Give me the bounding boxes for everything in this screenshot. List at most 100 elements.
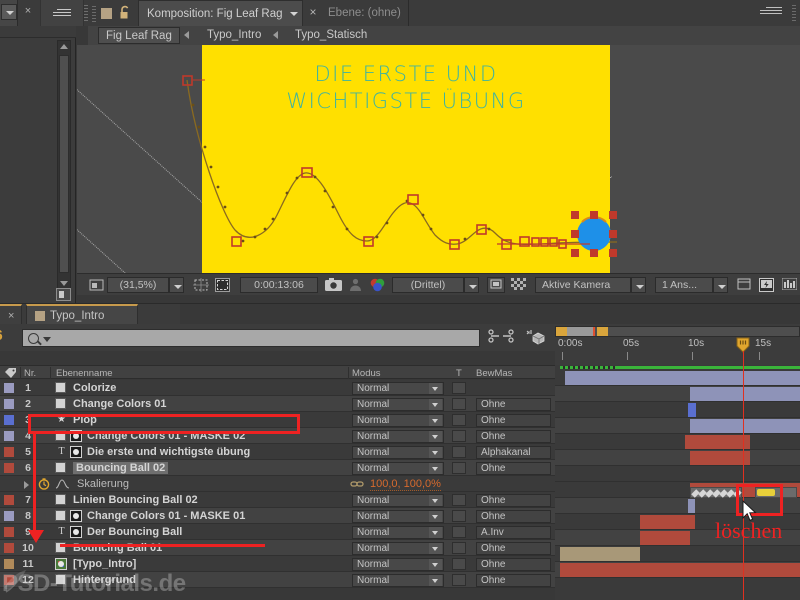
3d-renderer-icon[interactable]	[522, 328, 548, 348]
left-panel-close-icon[interactable]: ×	[22, 5, 34, 17]
preserve-transparency-toggle[interactable]	[452, 574, 466, 586]
left-panel-menu-button[interactable]	[40, 0, 84, 26]
zoom-level-value[interactable]: (31,5%)	[107, 277, 169, 293]
active-camera-value[interactable]: Aktive Kamera	[535, 277, 631, 293]
layer-duration-bar[interactable]	[688, 499, 695, 513]
timeline-current-timecode[interactable]: 06	[0, 327, 3, 344]
column-header-t[interactable]: T	[456, 368, 462, 379]
layer-row[interactable]: 12HintergrundNormalOhne	[0, 572, 555, 588]
track-matte-value[interactable]: Ohne	[476, 398, 551, 411]
layer-row[interactable]: 7Linien Bouncing Ball 02NormalOhne	[0, 492, 555, 508]
preserve-transparency-toggle[interactable]	[452, 558, 466, 570]
layer-name[interactable]: [Typo_Intro]	[73, 558, 136, 570]
track-row[interactable]	[555, 418, 800, 434]
column-header-name[interactable]: Ebenenname	[56, 368, 113, 379]
layer-duration-bar[interactable]	[690, 419, 800, 433]
timeline-tab-partial-close-icon[interactable]: ×	[8, 310, 14, 322]
timeline-track-area[interactable]	[555, 365, 800, 600]
grid-guides-icon[interactable]	[193, 278, 208, 292]
preserve-transparency-toggle[interactable]	[452, 398, 466, 410]
stopwatch-icon[interactable]	[38, 478, 50, 490]
track-matte-value[interactable]: Ohne	[476, 574, 551, 587]
layer-color-swatch[interactable]	[4, 527, 14, 537]
layer-panel-title[interactable]: Ebene: (ohne)	[328, 0, 401, 26]
layer-name[interactable]: Change Colors 01	[73, 398, 167, 410]
camera-caret-icon[interactable]	[631, 277, 646, 293]
layer-color-swatch[interactable]	[4, 415, 14, 425]
preserve-transparency-toggle[interactable]	[452, 494, 466, 506]
layer-blend-mode[interactable]: Normal	[352, 526, 444, 539]
magnification-icon[interactable]	[89, 278, 104, 292]
timeline-playhead[interactable]	[743, 365, 744, 600]
preserve-transparency-toggle[interactable]	[452, 430, 466, 442]
blend-mode-caret-icon[interactable]	[429, 495, 442, 506]
left-panel-view-icon[interactable]	[56, 288, 71, 301]
layer-color-swatch[interactable]	[4, 463, 14, 473]
scroll-up-arrow-icon[interactable]	[60, 44, 68, 49]
property-expand-triangle-icon[interactable]	[24, 481, 29, 489]
layer-duration-bar[interactable]	[565, 371, 800, 385]
preserve-transparency-toggle[interactable]	[452, 462, 466, 474]
blend-mode-caret-icon[interactable]	[429, 383, 442, 394]
layer-duration-bar[interactable]	[690, 451, 750, 465]
column-header-modus[interactable]: Modus	[352, 368, 381, 379]
resolution-value[interactable]: (Drittel)	[392, 277, 464, 293]
timeline-tab-partial[interactable]: ag ×	[0, 304, 22, 325]
blend-mode-caret-icon[interactable]	[429, 543, 442, 554]
channel-icon[interactable]	[369, 278, 384, 292]
blend-mode-caret-icon[interactable]	[429, 399, 442, 410]
blend-mode-caret-icon[interactable]	[429, 511, 442, 522]
fast-preview-icon[interactable]	[759, 278, 774, 292]
layer-row[interactable]: 2Change Colors 01NormalOhne	[0, 396, 555, 412]
track-matte-value[interactable]: Ohne	[476, 494, 551, 507]
track-row[interactable]	[555, 546, 800, 562]
layer-color-swatch[interactable]	[4, 431, 14, 441]
layer-blend-mode[interactable]: Normal	[352, 542, 444, 555]
views-caret-icon[interactable]	[713, 277, 728, 293]
comp-tab-caret-icon[interactable]	[285, 0, 303, 26]
search-dropdown-icon[interactable]	[43, 337, 51, 342]
timeline-tab-typo-intro[interactable]: Typo_Intro	[26, 304, 138, 325]
blend-mode-caret-icon[interactable]	[429, 463, 442, 474]
viewer-timecode[interactable]: 0:00:13:06	[240, 277, 318, 293]
comp-tab-close-icon[interactable]: ×	[307, 5, 319, 19]
preserve-transparency-toggle[interactable]	[452, 382, 466, 394]
views-value[interactable]: 1 Ans...	[655, 277, 713, 293]
track-matte-value[interactable]: Ohne	[476, 558, 551, 571]
layer-color-swatch[interactable]	[4, 495, 14, 505]
track-matte-value[interactable]: A.Inv	[476, 526, 551, 539]
track-row[interactable]	[555, 402, 800, 418]
preserve-transparency-toggle[interactable]	[452, 510, 466, 522]
layer-duration-bar[interactable]	[690, 387, 800, 401]
comp-tab-grip[interactable]	[92, 6, 96, 20]
layer-name[interactable]: Colorize	[73, 382, 116, 394]
track-row[interactable]	[555, 450, 800, 466]
track-matte-value[interactable]: Ohne	[476, 462, 551, 475]
transparency-grid-icon[interactable]	[487, 277, 505, 293]
keyframe-group[interactable]	[690, 487, 742, 498]
layer-color-swatch[interactable]	[4, 383, 14, 393]
search-input[interactable]	[22, 329, 480, 347]
layer-row[interactable]: 6Bouncing Ball 02NormalOhne	[0, 460, 555, 476]
layer-name[interactable]: Der Bouncing Ball	[87, 526, 182, 538]
blend-mode-caret-icon[interactable]	[429, 575, 442, 586]
work-area-bar[interactable]	[555, 326, 800, 337]
layer-row[interactable]: 11[Typo_Intro]NormalOhne	[0, 556, 555, 572]
layer-blend-mode[interactable]: Normal	[352, 414, 444, 427]
property-row-skalierung[interactable]: Skalierung100,0, 100,0%	[0, 476, 555, 492]
region-of-interest-icon[interactable]	[215, 278, 230, 292]
layer-color-swatch[interactable]	[4, 511, 14, 521]
layer-name[interactable]: Die erste und wichtigste übung	[87, 446, 250, 458]
layer-row[interactable]: 1ColorizeNormal	[0, 380, 555, 396]
constrain-proportions-icon[interactable]	[350, 479, 364, 489]
preserve-transparency-toggle[interactable]	[452, 542, 466, 554]
breadcrumb-item-2[interactable]: Typo_Statisch	[288, 27, 374, 44]
layer-row[interactable]: 5TDie erste und wichtigste übungNormalAl…	[0, 444, 555, 460]
work-area-end-handle[interactable]	[597, 327, 608, 336]
layer-duration-bar[interactable]	[685, 435, 750, 449]
layer-row[interactable]: 10Bouncing Ball 01NormalOhne	[0, 540, 555, 556]
layer-blend-mode[interactable]: Normal	[352, 558, 444, 571]
track-row[interactable]	[555, 562, 800, 578]
layer-blend-mode[interactable]: Normal	[352, 398, 444, 411]
track-row[interactable]	[555, 434, 800, 450]
